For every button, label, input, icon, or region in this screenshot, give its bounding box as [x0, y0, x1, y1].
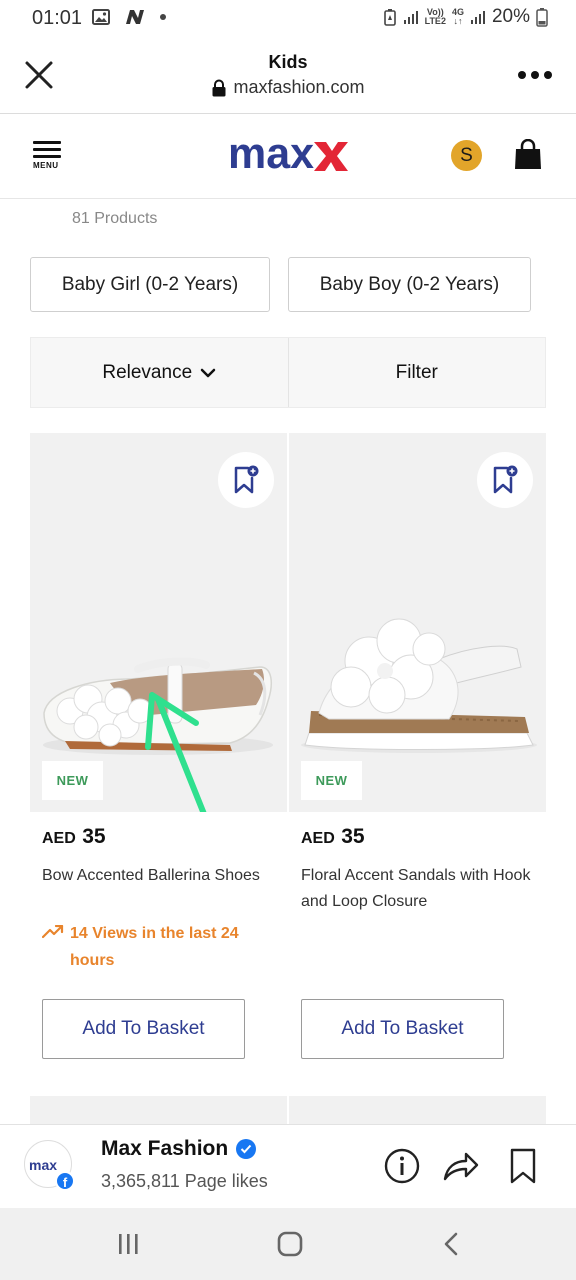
bookmark-add-icon [493, 465, 518, 494]
home-icon [277, 1231, 303, 1257]
system-nav-bar [0, 1208, 576, 1280]
url-text: maxfashion.com [233, 77, 365, 97]
status-indicators: Vo)) LTE2 4G ↓↑ 20% [383, 6, 548, 28]
signal-2-icon [470, 11, 485, 24]
wishlist-button[interactable] [477, 452, 533, 508]
page-name[interactable]: Max Fashion [101, 1137, 257, 1161]
facebook-icon: f [55, 1171, 75, 1191]
battery-saver-icon [383, 9, 396, 26]
new-badge: NEW [42, 761, 103, 800]
trending-up-icon [42, 925, 64, 939]
new-badge: NEW [301, 761, 362, 800]
recent-apps-icon [119, 1234, 138, 1254]
info-button[interactable] [383, 1147, 421, 1187]
status-bar: 01:01 Vo)) LTE2 4G ↓↑ 20% [0, 0, 576, 38]
views-trend: 14 Views in the last 24 hours [42, 920, 272, 974]
network-type-indicator: 4G ↓↑ [451, 7, 464, 26]
next-product-card-peek [289, 1096, 546, 1124]
product-image-sandals[interactable]: NEW [289, 433, 546, 812]
avatar-logo-text: max [29, 1157, 58, 1173]
browser-header: Kids maxfashion.com [0, 38, 576, 114]
gallery-icon [92, 9, 110, 25]
bookmark-add-icon [234, 465, 259, 494]
more-notifications-dot-icon [160, 14, 166, 20]
battery-icon [536, 8, 548, 27]
menu-label: MENU [33, 161, 59, 170]
signal-1-icon [403, 11, 418, 24]
more-dot [531, 71, 539, 79]
more-dots-icon [518, 71, 526, 79]
volte-indicator: Vo)) LTE2 [424, 7, 446, 26]
add-to-basket-button[interactable]: Add To Basket [42, 999, 245, 1059]
more-options-button[interactable] [518, 68, 554, 82]
price-value: 35 [82, 825, 106, 848]
price-value: 35 [341, 825, 365, 848]
url-display[interactable]: maxfashion.com [211, 77, 365, 98]
info-icon [384, 1148, 420, 1184]
product-price: AED 35 [301, 825, 365, 849]
n-app-icon [126, 10, 144, 24]
site-header: MENU max S [0, 115, 576, 199]
browser-title-block: Kids maxfashion.com [0, 52, 576, 102]
category-chip-baby-boy[interactable]: Baby Boy (0-2 Years) [288, 257, 531, 312]
shopping-bag-button[interactable] [514, 138, 542, 171]
filter-button[interactable]: Filter [287, 338, 546, 407]
wishlist-button[interactable] [218, 452, 274, 508]
product-count: 81 Products [72, 210, 158, 227]
price-currency: AED [42, 830, 76, 847]
filter-label: Filter [395, 361, 438, 383]
shukran-coin-button[interactable]: S [451, 140, 482, 171]
price-currency: AED [301, 830, 335, 847]
hamburger-icon [33, 141, 65, 158]
max-logo[interactable]: max [228, 135, 348, 175]
sort-button[interactable]: Relevance [31, 338, 288, 407]
lock-icon [212, 79, 226, 96]
share-button[interactable] [442, 1147, 480, 1187]
recent-apps-button[interactable] [108, 1228, 148, 1260]
max-logo-text: max [228, 135, 315, 175]
back-icon [444, 1232, 458, 1256]
views-text: 14 Views in the last 24 hours [70, 925, 239, 969]
more-dot [544, 71, 552, 79]
product-card: NEW AED 35 Floral Accent Sandals with Ho… [289, 433, 546, 1059]
bookmark-icon [510, 1148, 536, 1184]
status-time: 01:01 [32, 7, 83, 29]
chevron-down-icon [200, 368, 216, 377]
page-name-text: Max Fashion [101, 1137, 229, 1160]
page-likes: 3,365,811 Page likes [101, 1171, 268, 1191]
page-avatar[interactable]: max f [24, 1140, 75, 1191]
verified-icon [236, 1139, 257, 1159]
product-card: NEW AED 35 Bow Accented Ballerina Shoes … [30, 433, 287, 1059]
max-logo-x-mark [314, 142, 348, 171]
page-title: Kids [268, 52, 308, 72]
status-notification-icons [92, 8, 166, 26]
battery-percent: 20% [491, 6, 530, 27]
add-to-basket-button[interactable]: Add To Basket [301, 999, 504, 1059]
facebook-page-bar: max f Max Fashion 3,365,811 Page likes [0, 1124, 576, 1208]
home-button[interactable] [270, 1228, 310, 1260]
product-name[interactable]: Bow Accented Ballerina Shoes [42, 863, 278, 889]
product-image-ballerina[interactable]: NEW [30, 433, 287, 812]
share-icon [443, 1152, 479, 1181]
save-button[interactable] [504, 1147, 542, 1187]
menu-button[interactable]: MENU [33, 141, 65, 175]
sort-filter-bar: Relevance Filter [30, 337, 546, 408]
product-price: AED 35 [42, 825, 106, 849]
product-name[interactable]: Floral Accent Sandals with Hook and Loop… [301, 863, 537, 915]
sort-label: Relevance [102, 361, 193, 383]
category-chip-baby-girl[interactable]: Baby Girl (0-2 Years) [30, 257, 270, 312]
back-button[interactable] [432, 1228, 472, 1260]
next-product-card-peek [30, 1096, 287, 1124]
shopping-bag-icon [515, 138, 541, 169]
